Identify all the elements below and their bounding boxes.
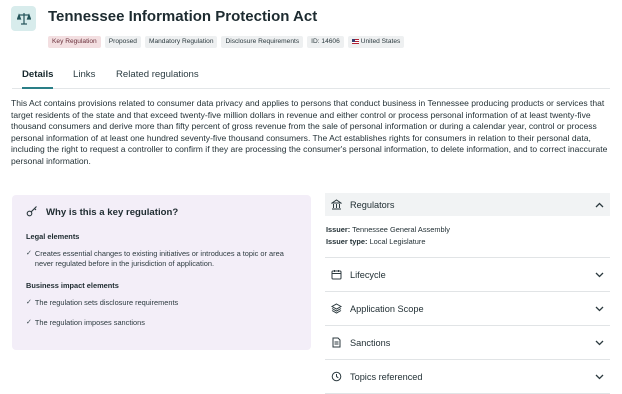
layers-icon — [331, 303, 345, 314]
legal-item-text: Creates essential changes to existing in… — [34, 249, 284, 268]
check-icon: ✓ — [26, 299, 32, 306]
topics-referenced-label: Topics referenced — [350, 371, 423, 382]
lifecycle-section[interactable]: Lifecycle — [325, 258, 610, 292]
chevron-down-icon[interactable] — [595, 272, 604, 278]
tag-list: Key Regulation Proposed Mandatory Regula… — [48, 36, 405, 48]
issuer-label: Issuer: — [326, 225, 351, 234]
topics-referenced-section[interactable]: Topics referenced — [325, 360, 610, 394]
tab-details[interactable]: Details — [22, 69, 54, 89]
us-flag-icon — [351, 38, 359, 44]
regulation-description: This Act contains provisions related to … — [11, 98, 608, 166]
application-scope-section[interactable]: Application Scope — [325, 292, 610, 326]
tab-links[interactable]: Links — [73, 69, 95, 87]
sanctions-label: Sanctions — [350, 337, 391, 348]
check-icon: ✓ — [26, 250, 32, 257]
document-icon — [331, 337, 345, 348]
business-item: ✓ The regulation imposes sanctions — [26, 318, 297, 328]
application-scope-label: Application Scope — [350, 303, 424, 314]
key-regulation-panel: Why is this a key regulation? Legal elem… — [12, 195, 311, 350]
clock-icon — [331, 371, 345, 382]
business-item-text: The regulation imposes sanctions — [34, 318, 145, 327]
page-title: Tennessee Information Protection Act — [48, 8, 318, 25]
check-icon: ✓ — [26, 319, 32, 326]
lifecycle-label: Lifecycle — [350, 269, 386, 280]
status-tag: Proposed — [104, 36, 141, 48]
regulators-label: Regulators — [350, 199, 395, 210]
regulators-content: Issuer: Tennessee General Assembly Issue… — [325, 216, 610, 258]
key-panel-title: Why is this a key regulation? — [46, 207, 179, 218]
issuer-type-row: Issuer type: Local Legislature — [326, 236, 609, 248]
disclosure-tag: Disclosure Requirements — [221, 36, 304, 48]
key-icon — [26, 205, 38, 220]
chevron-down-icon[interactable] — [595, 374, 604, 380]
tab-bar: Details Links Related regulations — [12, 66, 610, 89]
chevron-down-icon[interactable] — [595, 340, 604, 346]
country-tag: United States — [347, 36, 405, 48]
id-tag: ID: 14606 — [307, 36, 344, 48]
legal-item: ✓ Creates essential changes to existing … — [26, 249, 297, 269]
chevron-down-icon[interactable] — [595, 306, 604, 312]
legal-elements-label: Legal elements — [26, 232, 80, 241]
mandatory-tag: Mandatory Regulation — [144, 36, 218, 48]
issuer-type-value: Local Legislature — [369, 237, 426, 246]
scales-icon — [11, 6, 36, 31]
key-panel-heading: Why is this a key regulation? — [26, 205, 297, 220]
details-accordion: Regulators Issuer: Tennessee General Ass… — [325, 193, 610, 394]
country-label: United States — [360, 38, 401, 45]
sanctions-section[interactable]: Sanctions — [325, 326, 610, 360]
issuer-type-label: Issuer type: — [326, 237, 368, 246]
tab-related-regulations[interactable]: Related regulations — [116, 69, 199, 87]
business-item: ✓ The regulation sets disclosure require… — [26, 298, 297, 308]
bank-icon — [331, 199, 345, 210]
issuer-value: Tennessee General Assembly — [352, 225, 450, 234]
business-item-text: The regulation sets disclosure requireme… — [34, 298, 179, 307]
chevron-up-icon[interactable] — [595, 202, 604, 208]
issuer-row: Issuer: Tennessee General Assembly — [326, 224, 609, 236]
key-regulation-tag: Key Regulation — [48, 36, 101, 48]
business-impact-label: Business impact elements — [26, 281, 119, 290]
regulators-header[interactable]: Regulators — [325, 193, 610, 216]
calendar-icon — [331, 269, 345, 280]
